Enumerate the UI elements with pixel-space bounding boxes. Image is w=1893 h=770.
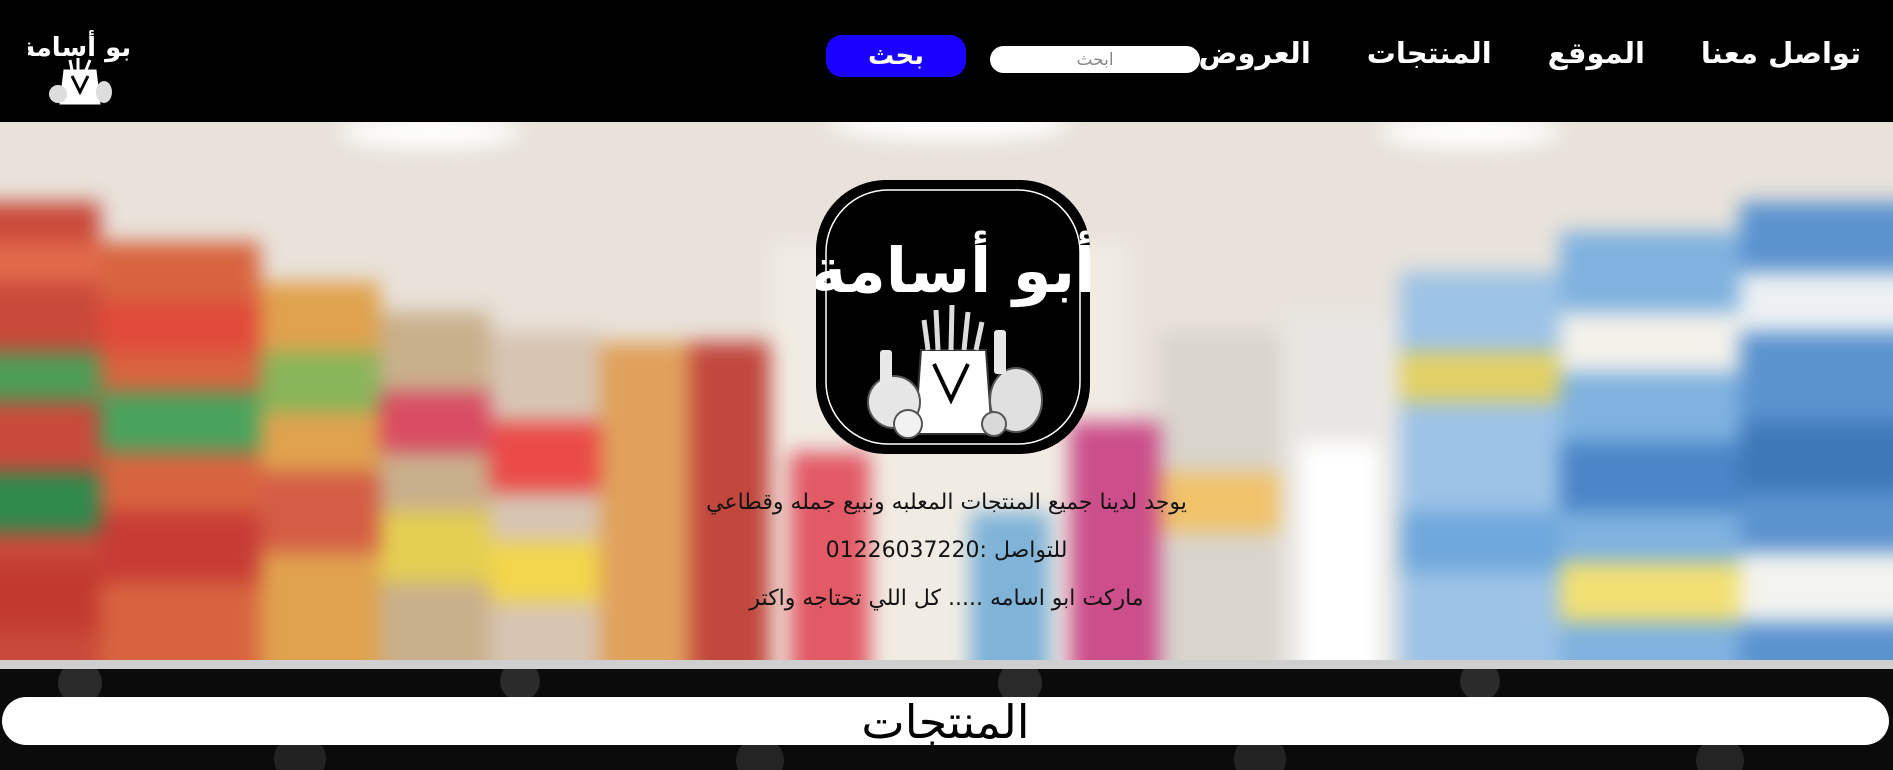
products-title: المنتجات: [2, 697, 1889, 747]
nav-link-offers[interactable]: العروض: [1198, 36, 1310, 70]
hero-contact: للتواصل :01226037220: [825, 538, 1068, 563]
search-input[interactable]: [990, 46, 1200, 73]
top-navbar: تواصل معنا الموقع المنتجات العروض بحث أب…: [0, 0, 1893, 122]
search-button[interactable]: بحث: [826, 35, 966, 77]
hero-tagline: ماركت ابو اسامه ..... كل اللي تحتاجه واك…: [749, 586, 1144, 611]
section-divider: [0, 660, 1893, 669]
nav-link-products[interactable]: المنتجات: [1367, 36, 1492, 70]
hero-logo: أبو أسامة: [816, 180, 1090, 454]
nav-links: تواصل معنا الموقع المنتجات العروض: [1198, 36, 1861, 70]
nav-link-contact[interactable]: تواصل معنا: [1701, 36, 1861, 70]
hero-logo-text: أبو أسامة: [816, 230, 1090, 307]
products-section: المنتجات: [0, 669, 1893, 770]
grocery-bag-icon: [49, 58, 112, 105]
hero-description: يوجد لدينا جميع المنتجات المعلبه ونبيع ج…: [706, 490, 1187, 515]
nav-logo[interactable]: أبو أسامة: [28, 24, 132, 108]
nav-link-location[interactable]: الموقع: [1548, 36, 1645, 70]
hero-section: أبو أسامة يوجد لدينا جميع المنتجات المعل…: [0, 122, 1893, 660]
nav-logo-text: أبو أسامة: [28, 30, 132, 63]
